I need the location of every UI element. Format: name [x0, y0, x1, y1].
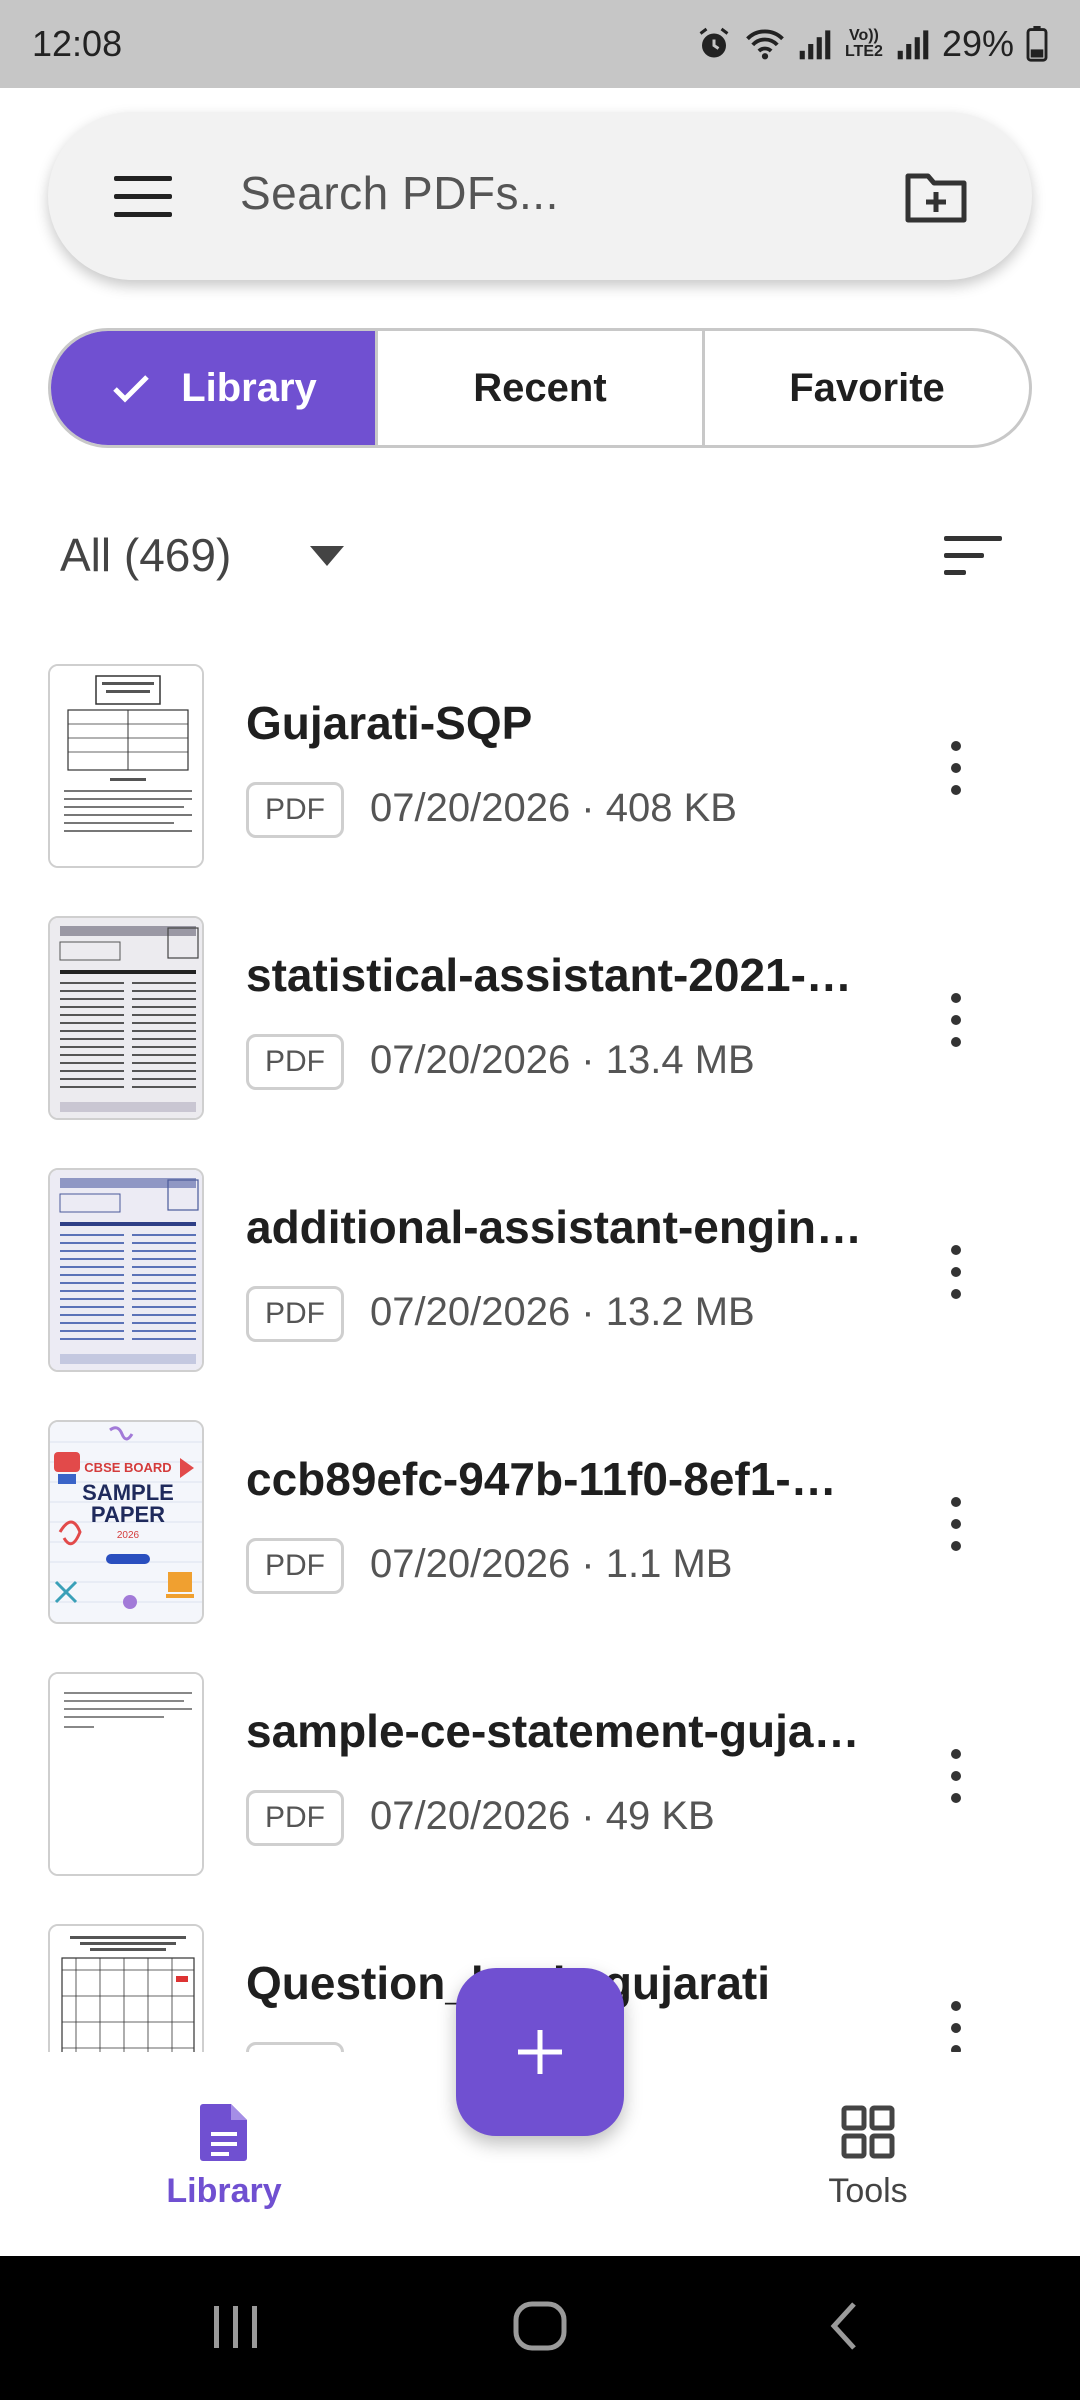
file-meta: 07/20/2026 · 408 KB [370, 786, 737, 830]
file-thumbnail [48, 1672, 204, 1876]
file-name: ccb89efc-947b-11f0-8ef1-… [246, 1453, 837, 1505]
file-type-badge: PDF [246, 1790, 344, 1846]
sort-icon[interactable] [944, 536, 1002, 576]
signal-icon [799, 30, 831, 60]
file-meta: 07/20/2026 · 13.4 MB [370, 1038, 755, 1082]
nav-library[interactable]: Library [104, 2102, 344, 2211]
more-vert-icon[interactable] [944, 740, 968, 796]
file-row[interactable]: sample-ce-statement-guja… PDF 07/20/2026… [0, 1668, 1080, 1920]
file-type-badge: PDF [246, 2042, 344, 2052]
check-icon [113, 375, 149, 403]
battery-percent: 29% [941, 23, 1014, 64]
file-row[interactable]: additional-assistant-engin… PDF 07/20/20… [0, 1164, 1080, 1416]
file-name: Gujarati-SQP [246, 697, 533, 749]
system-nav-bar [0, 2256, 1080, 2400]
file-thumbnail [48, 916, 204, 1120]
tab-favorite[interactable]: Favorite [705, 331, 1029, 445]
more-vert-icon[interactable] [944, 2000, 968, 2052]
file-meta: 07/20/2026 · 1.1 MB [370, 1542, 733, 1586]
plus-icon [518, 2030, 562, 2074]
status-time: 12:08 [32, 23, 123, 64]
file-name: statistical-assistant-2021-… [246, 949, 852, 1001]
status-icons: Vo)) LTE2 29% [696, 23, 1048, 65]
more-vert-icon[interactable] [944, 1748, 968, 1804]
home-icon[interactable] [508, 2296, 572, 2356]
tab-library-label: Library [181, 365, 317, 410]
file-name: sample-ce-statement-guja… [246, 1705, 860, 1757]
nav-library-label: Library [166, 2172, 282, 2210]
file-thumbnail [48, 664, 204, 868]
new-folder-icon[interactable] [904, 170, 968, 224]
wifi-icon [746, 29, 784, 60]
more-vert-icon[interactable] [944, 1496, 968, 1552]
volte-label: Vo)) LTE2 [844, 27, 883, 60]
grid-icon [841, 2105, 895, 2159]
file-thumbnail [48, 1168, 204, 1372]
file-thumbnail: CBSE BOARD SAMPLE PAPER 2026 [48, 1420, 204, 1624]
file-type-badge: PDF [246, 782, 344, 838]
file-type-badge: PDF [246, 1034, 344, 1090]
tab-library[interactable]: Library [51, 331, 378, 445]
add-pdf-button[interactable] [456, 1968, 624, 2136]
tab-favorite-label: Favorite [789, 365, 945, 410]
file-type-badge: PDF [246, 1538, 344, 1594]
battery-icon [1026, 26, 1048, 62]
document-icon [200, 2104, 247, 2161]
file-meta: 07/20/2026 · 49 KB [370, 1794, 715, 1838]
view-tabs: Library Recent Favorite [48, 328, 1032, 448]
more-vert-icon[interactable] [944, 992, 968, 1048]
back-icon[interactable] [820, 2296, 868, 2356]
cover-title-line2: PAPER [91, 1502, 165, 1527]
recent-apps-icon[interactable] [208, 2296, 264, 2356]
nav-tools[interactable]: Tools [748, 2102, 988, 2211]
cover-board-text: CBSE BOARD [84, 1460, 171, 1475]
file-list: Gujarati-SQP PDF 07/20/2026 · 408 KB sta… [0, 660, 1080, 2052]
status-bar: 12:08 Vo)) LTE2 29% [0, 0, 1080, 88]
file-thumbnail [48, 1924, 204, 2052]
file-row[interactable]: Gujarati-SQP PDF 07/20/2026 · 408 KB [0, 660, 1080, 912]
file-type-badge: PDF [246, 1286, 344, 1342]
nav-tools-label: Tools [828, 2172, 908, 2210]
signal-icon [897, 30, 929, 60]
tab-recent[interactable]: Recent [378, 331, 705, 445]
menu-icon[interactable] [114, 176, 172, 218]
file-name: additional-assistant-engin… [246, 1201, 862, 1253]
alarm-icon [699, 27, 729, 58]
caret-down-icon[interactable] [310, 546, 344, 566]
tab-recent-label: Recent [473, 365, 607, 410]
more-vert-icon[interactable] [944, 1244, 968, 1300]
filter-dropdown[interactable]: All (469) [60, 528, 231, 582]
file-row[interactable]: statistical-assistant-2021-… PDF 07/20/2… [0, 912, 1080, 1164]
cover-year: 2026 [117, 1530, 140, 1541]
file-row[interactable]: CBSE BOARD SAMPLE PAPER 2026 ccb89efc-94… [0, 1416, 1080, 1668]
search-input[interactable]: Search PDFs... [240, 166, 559, 220]
file-meta: 07/20/2026 · 13.2 MB [370, 1290, 755, 1334]
